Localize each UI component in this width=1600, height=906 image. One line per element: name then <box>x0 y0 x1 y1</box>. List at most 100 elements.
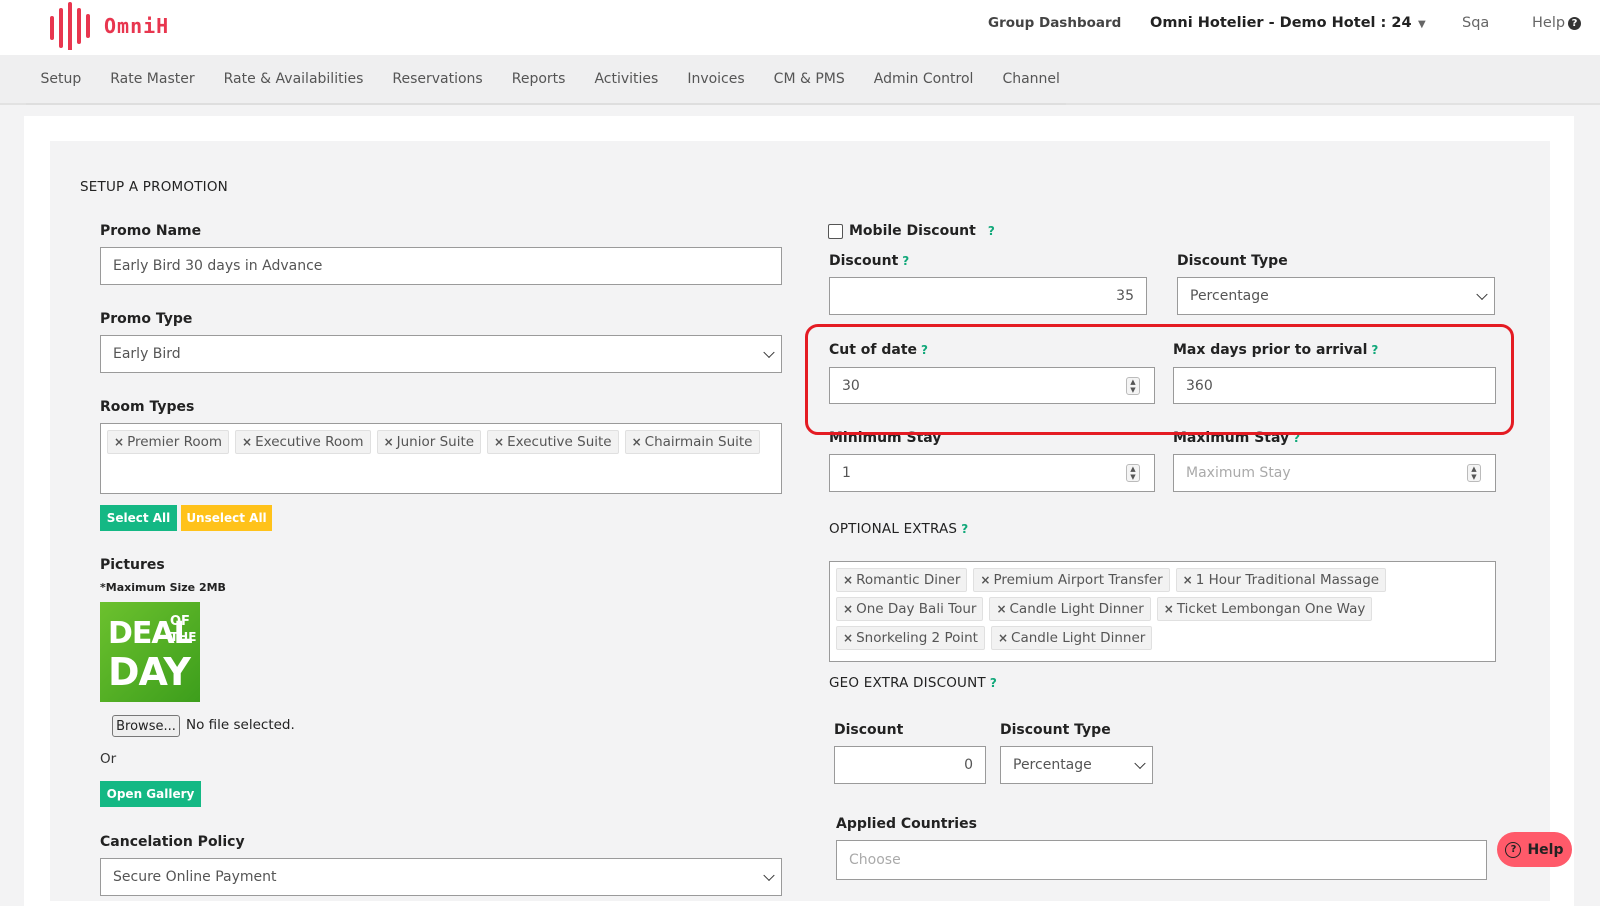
info-icon[interactable]: ? <box>902 254 909 268</box>
stepper-icon[interactable]: ▲ ▼ <box>1126 464 1140 482</box>
extra-tag[interactable]: × One Day Bali Tour <box>836 597 984 621</box>
no-file-text: No file selected. <box>186 717 295 733</box>
remove-icon[interactable]: × <box>843 602 853 616</box>
discount-type-select[interactable]: Percentage <box>1177 277 1495 315</box>
extra-label: Candle Light Dinner <box>1011 630 1146 646</box>
user-menu[interactable]: Sqa <box>1462 15 1489 31</box>
cancelation-policy-label: Cancelation Policy <box>100 834 245 850</box>
room-type-label: Junior Suite <box>396 434 475 450</box>
info-icon[interactable]: ? <box>961 522 968 536</box>
extra-label: One Day Bali Tour <box>856 601 977 617</box>
room-types-input[interactable]: × Premier Room × Executive Room × Junior Su… <box>100 423 782 494</box>
mobile-discount-text: Mobile Discount <box>849 223 976 239</box>
remove-icon[interactable]: × <box>494 435 504 449</box>
geo-discount-type-value: Percentage <box>1013 757 1092 773</box>
remove-icon[interactable]: × <box>1164 602 1174 616</box>
room-types-label: Room Types <box>100 399 195 415</box>
select-all-button[interactable]: Select All <box>100 505 177 531</box>
deal-the-text: THE <box>170 630 197 644</box>
room-type-label: Premier Room <box>127 434 223 450</box>
menu-invoices[interactable]: Invoices <box>673 55 759 105</box>
extra-tag[interactable]: × 1 Hour Traditional Massage <box>1175 568 1387 592</box>
deal-of-text: OF <box>170 614 190 629</box>
promo-type-select[interactable]: Early Bird <box>100 335 782 373</box>
room-type-label: Executive Suite <box>507 434 612 450</box>
menu-channel[interactable]: Channel <box>988 55 1074 105</box>
remove-icon[interactable]: × <box>632 435 642 449</box>
optional-extras-input[interactable]: × Romantic Diner × Premium Airport Transfe… <box>829 561 1496 662</box>
geo-extra-discount-label: GEO EXTRA DISCOUNT? <box>829 675 997 691</box>
browse-button[interactable]: Browse... <box>112 715 180 737</box>
chevron-down-icon[interactable]: ▼ <box>1418 19 1426 30</box>
group-dashboard-link[interactable]: Group Dashboard <box>988 15 1121 31</box>
room-type-tag[interactable]: × Executive Suite <box>487 430 619 454</box>
help-button[interactable]: ? Help <box>1497 832 1572 867</box>
extra-label: 1 Hour Traditional Massage <box>1195 572 1380 588</box>
unselect-all-button[interactable]: Unselect All <box>181 505 272 531</box>
open-gallery-button[interactable]: Open Gallery <box>100 781 201 807</box>
remove-icon[interactable]: × <box>242 435 252 449</box>
remove-icon[interactable]: × <box>843 573 853 587</box>
geo-extra-discount-label-text: GEO EXTRA DISCOUNT <box>829 675 986 691</box>
remove-icon[interactable]: × <box>980 573 990 587</box>
extra-tag[interactable]: × Romantic Diner <box>836 568 968 592</box>
deal-of-the-day-image: DEAL OF THE DAY <box>100 602 200 702</box>
room-type-tag[interactable]: × Junior Suite <box>376 430 482 454</box>
mobile-discount-checkbox[interactable] <box>828 224 843 239</box>
geo-discount-type-select[interactable]: Percentage <box>1000 746 1153 784</box>
promo-type-label: Promo Type <box>100 311 193 327</box>
help-link[interactable]: Help? <box>1532 15 1582 31</box>
extra-tag[interactable]: × Premium Airport Transfer <box>973 568 1170 592</box>
minimum-stay-input[interactable]: 1 ▲ ▼ <box>829 454 1155 492</box>
discount-label: Discount? <box>829 253 909 269</box>
question-icon: ? <box>1568 16 1582 30</box>
help-button-label: Help <box>1527 841 1564 858</box>
geo-discount-type-label: Discount Type <box>1000 722 1111 738</box>
menu-reservations[interactable]: Reservations <box>378 55 497 105</box>
menu-reports[interactable]: Reports <box>497 55 580 105</box>
extra-label: Candle Light Dinner <box>1009 601 1144 617</box>
geo-discount-input[interactable]: 0 <box>834 746 986 784</box>
maximum-stay-input[interactable]: Maximum Stay ▲ ▼ <box>1173 454 1496 492</box>
info-icon[interactable]: ? <box>990 676 997 690</box>
menu-divider <box>26 103 1066 105</box>
applied-countries-input[interactable]: Choose <box>836 840 1487 880</box>
remove-icon[interactable]: × <box>384 435 394 449</box>
extra-tag[interactable]: × Ticket Lembongan One Way <box>1156 597 1373 621</box>
discount-type-value: Percentage <box>1190 288 1269 304</box>
menu-rate-master[interactable]: Rate Master <box>96 55 209 105</box>
logo[interactable]: OmniH <box>48 2 169 50</box>
extra-tag[interactable]: × Snorkeling 2 Point <box>836 626 985 650</box>
applied-countries-label: Applied Countries <box>836 816 977 832</box>
remove-icon[interactable]: × <box>998 631 1008 645</box>
extra-tag[interactable]: × Candle Light Dinner <box>989 597 1151 621</box>
menu-rate-availabilities[interactable]: Rate & Availabilities <box>209 55 378 105</box>
stepper-icon[interactable]: ▲ ▼ <box>1467 464 1481 482</box>
room-type-tag[interactable]: × Executive Room <box>235 430 371 454</box>
extra-tag[interactable]: × Candle Light Dinner <box>990 626 1153 650</box>
menu-setup[interactable]: Setup <box>26 55 96 105</box>
or-text: Or <box>100 751 117 767</box>
maximum-stay-placeholder: Maximum Stay <box>1186 465 1291 481</box>
hotel-selector[interactable]: Omni Hotelier - Demo Hotel : 24 <box>1150 15 1412 31</box>
menu-cm-pms[interactable]: CM & PMS <box>759 55 859 105</box>
room-type-tag[interactable]: × Chairmain Suite <box>624 430 760 454</box>
discount-value: 35 <box>1116 288 1134 304</box>
room-type-label: Chairmain Suite <box>644 434 753 450</box>
discount-input[interactable]: 35 <box>829 277 1147 315</box>
room-type-tag[interactable]: × Premier Room <box>107 430 230 454</box>
remove-icon[interactable]: × <box>996 602 1006 616</box>
remove-icon[interactable]: × <box>843 631 853 645</box>
menu-activities[interactable]: Activities <box>580 55 673 105</box>
highlight-box <box>805 324 1514 435</box>
menu-admin-control[interactable]: Admin Control <box>859 55 988 105</box>
applied-countries-placeholder: Choose <box>849 852 901 868</box>
remove-icon[interactable]: × <box>1183 573 1193 587</box>
promo-name-input[interactable]: Early Bird 30 days in Advance <box>100 247 782 285</box>
info-icon[interactable]: ? <box>988 224 995 238</box>
chevron-down-icon <box>763 869 775 882</box>
pictures-label: Pictures <box>100 557 165 573</box>
cancelation-policy-select[interactable]: Secure Online Payment <box>100 858 782 896</box>
remove-icon[interactable]: × <box>114 435 124 449</box>
logo-icon <box>50 2 90 50</box>
